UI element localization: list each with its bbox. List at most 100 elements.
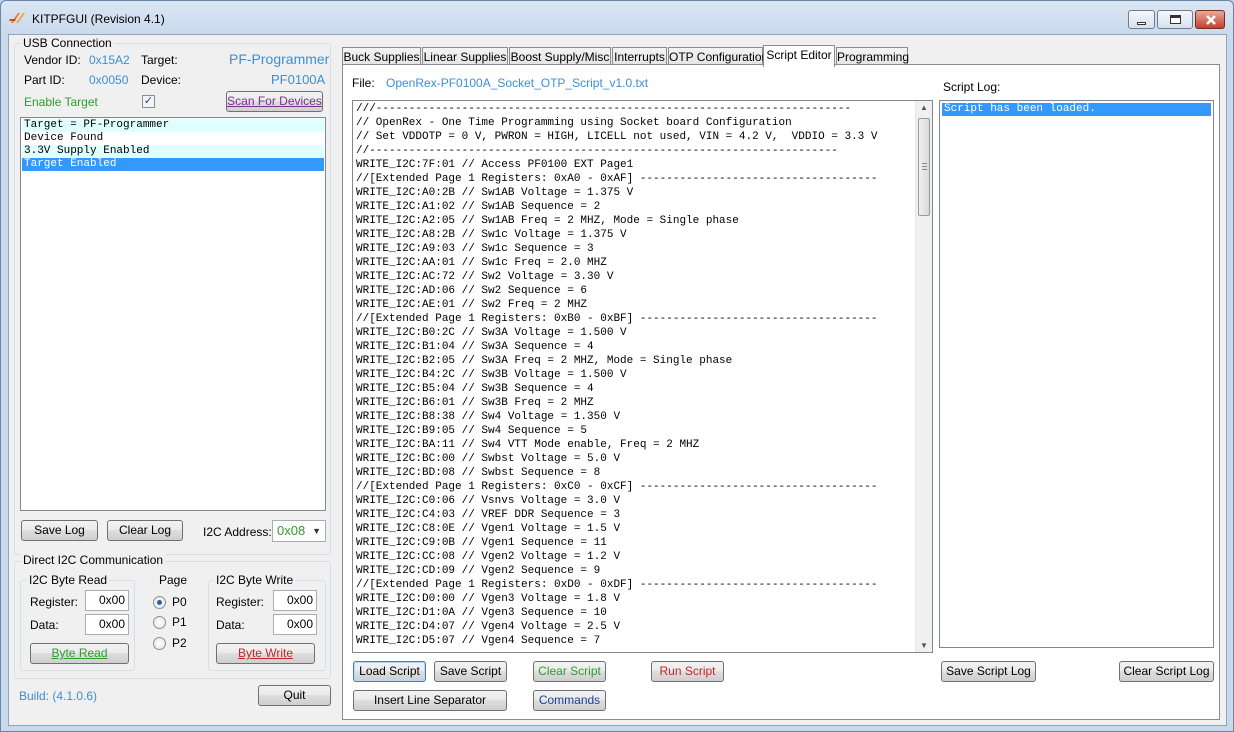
page-p2-label: P2 xyxy=(172,636,187,650)
dropdown-arrow-icon: ▼ xyxy=(312,526,321,536)
page-p2-radio[interactable] xyxy=(153,637,166,650)
script-line: WRITE_I2C:B8:38 // Sw4 Voltage = 1.350 V xyxy=(356,411,621,423)
tab-script-editor[interactable]: Script Editor xyxy=(763,45,835,67)
client-area: USB Connection Vendor ID: 0x15A2 Target:… xyxy=(8,34,1227,726)
script-line: WRITE_I2C:CD:09 // Vgen2 Sequence = 9 xyxy=(356,565,601,577)
run-script-button[interactable]: Run Script xyxy=(651,661,724,682)
script-line: WRITE_I2C:A1:02 // Sw1AB Sequence = 2 xyxy=(356,201,601,213)
script-log-label: Script Log: xyxy=(943,80,1001,94)
list-item[interactable]: Target = PF-Programmer xyxy=(22,119,324,132)
script-line: WRITE_I2C:7F:01 // Access PF0100 EXT Pag… xyxy=(356,159,634,171)
script-line: WRITE_I2C:AD:06 // Sw2 Sequence = 6 xyxy=(356,285,588,297)
insert-line-separator-button[interactable]: Insert Line Separator xyxy=(353,690,507,711)
minimize-icon xyxy=(1137,22,1146,25)
vendor-id-label: Vendor ID: xyxy=(24,53,81,67)
script-line: WRITE_I2C:C9:0B // Vgen1 Sequence = 11 xyxy=(356,537,607,549)
script-line: WRITE_I2C:BD:08 // Swbst Sequence = 8 xyxy=(356,467,601,479)
save-script-log-button[interactable]: Save Script Log xyxy=(941,661,1036,682)
script-line: // Set VDDOTP = 0 V, PWRON = HIGH, LICEL… xyxy=(356,131,878,143)
script-line: WRITE_I2C:B5:04 // Sw3B Sequence = 4 xyxy=(356,383,594,395)
byte-write-button[interactable]: Byte Write xyxy=(216,643,315,664)
maximize-icon xyxy=(1170,15,1181,24)
script-line: //[Extended Page 1 Registers: 0xD0 - 0xD… xyxy=(356,579,878,591)
byte-read-button[interactable]: Byte Read xyxy=(30,643,129,664)
page-label: Page xyxy=(159,573,188,587)
save-script-button[interactable]: Save Script xyxy=(434,661,507,682)
app-logo-icon xyxy=(9,13,25,23)
device-label: Device: xyxy=(141,73,182,87)
enable-target-checkbox[interactable]: ✓ xyxy=(142,95,155,108)
byte-write-title: I2C Byte Write xyxy=(214,573,296,587)
script-line: WRITE_I2C:B1:04 // Sw3A Sequence = 4 xyxy=(356,341,594,353)
direct-i2c-title: Direct I2C Communication xyxy=(21,553,166,567)
list-item[interactable]: 3.3V Supply Enabled xyxy=(22,145,324,158)
enable-target-label: Enable Target xyxy=(24,95,98,109)
clear-log-button[interactable]: Clear Log xyxy=(107,520,183,541)
script-line: WRITE_I2C:D0:00 // Vgen3 Voltage = 1.8 V xyxy=(356,593,621,605)
scan-for-devices-button[interactable]: Scan For Devices xyxy=(226,91,323,112)
i2c-address-select[interactable]: 0x08 ▼ xyxy=(272,520,326,542)
scroll-thumb[interactable] xyxy=(918,118,930,216)
usb-connection-title: USB Connection xyxy=(21,36,114,50)
read-data-label: Data: xyxy=(30,618,59,632)
script-line: WRITE_I2C:BC:00 // Swbst Voltage = 5.0 V xyxy=(356,453,621,465)
read-data-input[interactable]: 0x00 xyxy=(85,614,129,635)
save-log-button[interactable]: Save Log xyxy=(21,520,98,541)
title-bar[interactable]: KITPFGUI (Revision 4.1) xyxy=(1,1,1233,35)
script-line: //[Extended Page 1 Registers: 0xC0 - 0xC… xyxy=(356,481,878,493)
window-title: KITPFGUI (Revision 4.1) xyxy=(32,12,165,26)
write-data-input[interactable]: 0x00 xyxy=(273,614,317,635)
script-line: WRITE_I2C:CC:08 // Vgen2 Voltage = 1.2 V xyxy=(356,551,621,563)
part-id-label: Part ID: xyxy=(24,73,65,87)
script-line: // OpenRex - One Time Programming using … xyxy=(356,117,792,129)
close-button[interactable] xyxy=(1195,10,1225,29)
script-line: WRITE_I2C:B4:2C // Sw3B Voltage = 1.500 … xyxy=(356,369,627,381)
list-item[interactable]: Script has been loaded. xyxy=(942,103,1211,116)
script-line: WRITE_I2C:A2:05 // Sw1AB Freq = 2 MHZ, M… xyxy=(356,215,739,227)
list-item[interactable]: Device Found xyxy=(22,132,324,145)
script-line: WRITE_I2C:AA:01 // Sw1c Freq = 2.0 MHZ xyxy=(356,257,607,269)
page-p1-label: P1 xyxy=(172,615,187,629)
clear-script-log-button[interactable]: Clear Script Log xyxy=(1119,661,1214,682)
script-line: ///-------------------------------------… xyxy=(356,103,852,115)
build-version: Build: (4.1.0.6) xyxy=(19,689,98,703)
load-script-button[interactable]: Load Script xyxy=(353,661,426,682)
script-text: ///-------------------------------------… xyxy=(356,102,916,648)
page-p1-radio[interactable] xyxy=(153,616,166,629)
script-line: WRITE_I2C:AE:01 // Sw2 Freq = 2 MHZ xyxy=(356,299,588,311)
scroll-up-icon[interactable]: ▲ xyxy=(920,103,928,112)
status-listbox[interactable]: Target = PF-Programmer Device Found 3.3V… xyxy=(20,117,326,511)
close-icon xyxy=(1206,15,1216,25)
script-line: //--------------------------------------… xyxy=(356,145,838,157)
script-log-listbox[interactable]: Script has been loaded. xyxy=(939,100,1214,648)
read-register-label: Register: xyxy=(30,595,79,609)
maximize-button[interactable] xyxy=(1157,10,1193,29)
minimize-button[interactable] xyxy=(1128,10,1155,29)
commands-button[interactable]: Commands xyxy=(533,690,606,711)
script-line: WRITE_I2C:D5:07 // Vgen4 Sequence = 7 xyxy=(356,635,601,647)
script-line: WRITE_I2C:D4:07 // Vgen4 Voltage = 2.5 V xyxy=(356,621,621,633)
write-data-label: Data: xyxy=(216,618,245,632)
script-line: WRITE_I2C:C0:06 // Vsnvs Voltage = 3.0 V xyxy=(356,495,621,507)
app-window: KITPFGUI (Revision 4.1) USB Connection V… xyxy=(0,0,1234,732)
scroll-down-icon[interactable]: ▼ xyxy=(920,641,928,650)
script-line: WRITE_I2C:A0:2B // Sw1AB Voltage = 1.375… xyxy=(356,187,634,199)
script-editor-textarea[interactable]: ///-------------------------------------… xyxy=(352,100,933,653)
file-label: File: xyxy=(352,76,375,90)
quit-button[interactable]: Quit xyxy=(258,685,331,706)
i2c-address-value: 0x08 xyxy=(277,523,306,538)
script-line: WRITE_I2C:B6:01 // Sw3B Freq = 2 MHZ xyxy=(356,397,594,409)
read-register-input[interactable]: 0x00 xyxy=(85,590,129,611)
script-line: WRITE_I2C:D1:0A // Vgen3 Sequence = 10 xyxy=(356,607,607,619)
editor-scrollbar[interactable]: ▲ ▼ xyxy=(915,101,932,652)
byte-read-title: I2C Byte Read xyxy=(27,573,110,587)
script-line: WRITE_I2C:AC:72 // Sw2 Voltage = 3.30 V xyxy=(356,271,614,283)
script-line: WRITE_I2C:A8:2B // Sw1c Voltage = 1.375 … xyxy=(356,229,627,241)
clear-script-button[interactable]: Clear Script xyxy=(533,661,606,682)
script-line: //[Extended Page 1 Registers: 0xB0 - 0xB… xyxy=(356,313,878,325)
page-p0-radio[interactable] xyxy=(153,596,166,609)
script-line: WRITE_I2C:B0:2C // Sw3A Voltage = 1.500 … xyxy=(356,327,627,339)
script-line: WRITE_I2C:B9:05 // Sw4 Sequence = 5 xyxy=(356,425,588,437)
write-register-input[interactable]: 0x00 xyxy=(273,590,317,611)
list-item[interactable]: Target Enabled xyxy=(22,158,324,171)
